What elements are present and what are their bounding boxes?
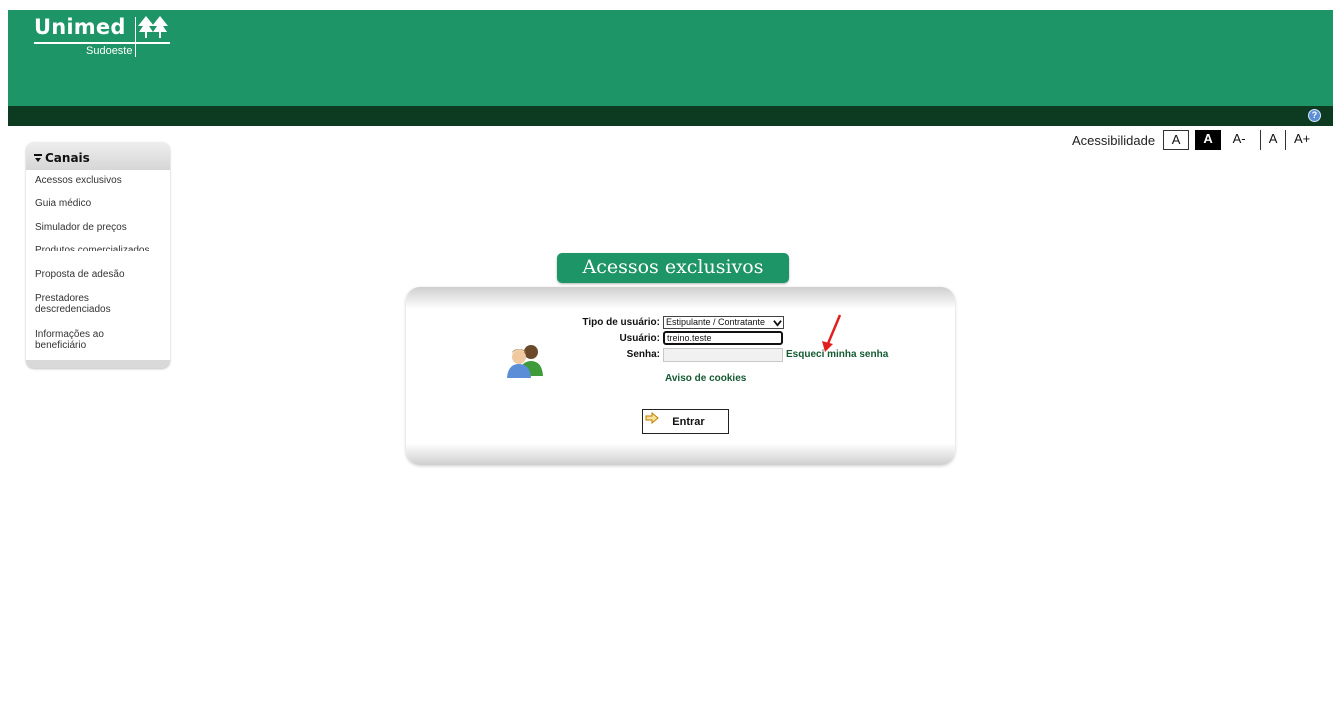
annotation-arrow-icon	[822, 314, 842, 352]
sidebar-item-prestadores[interactable]: Prestadores descredenciados	[35, 293, 125, 315]
sidebar-list: Acessos exclusivos Guia médico Simulador…	[26, 170, 170, 360]
accessibility-bar: Acessibilidade A A A- A A+	[1072, 129, 1313, 151]
username-input[interactable]: treino.teste	[663, 331, 783, 345]
contrast-high-button[interactable]: A	[1195, 130, 1222, 150]
logo-underline	[34, 42, 170, 44]
sidebar-title: Canais	[34, 151, 90, 165]
panel-top-band	[406, 287, 955, 309]
font-increase-button[interactable]: A+	[1291, 130, 1313, 150]
password-input[interactable]	[663, 348, 783, 362]
menu-collapse-icon	[34, 154, 42, 162]
sidebar-item-guia-medico[interactable]: Guia médico	[35, 198, 165, 209]
user-type-value: Estipulante / Contratante	[666, 317, 766, 327]
font-decrease-button[interactable]: A-	[1229, 130, 1249, 150]
help-icon[interactable]: ?	[1308, 109, 1321, 122]
username-label: Usuário:	[619, 333, 660, 344]
sidebar-title-label: Canais	[45, 151, 90, 165]
user-type-select[interactable]: Estipulante / Contratante	[663, 316, 784, 329]
username-value: treino.teste	[667, 333, 712, 343]
sidebar-header[interactable]: Canais	[26, 142, 170, 170]
sidebar-item-informacoes[interactable]: Informações ao beneficiário	[35, 329, 115, 351]
header-toolbar	[8, 106, 1333, 126]
font-normal-button[interactable]: A	[1266, 130, 1280, 150]
pine-trees-icon	[138, 16, 168, 38]
accessibility-separator	[1260, 130, 1262, 150]
sidebar-footer	[26, 360, 170, 368]
sidebar-item-acessos-exclusivos[interactable]: Acessos exclusivos	[35, 175, 165, 186]
enter-button[interactable]: Entrar	[642, 409, 729, 434]
sidebar-item-produtos[interactable]: Produtos comercializados	[35, 245, 165, 251]
cookies-notice-link[interactable]: Aviso de cookies	[665, 373, 746, 384]
user-type-label: Tipo de usuário:	[582, 317, 660, 328]
logo-name: Unimed	[34, 15, 126, 39]
enter-button-label: Entrar	[672, 416, 705, 428]
chevron-down-icon	[773, 320, 782, 327]
sidebar-channels: Canais Acessos exclusivos Guia médico Si…	[26, 142, 170, 368]
sidebar-item-simulador-precos[interactable]: Simulador de preços	[35, 222, 165, 233]
accessibility-separator	[1285, 130, 1287, 150]
password-label: Senha:	[626, 349, 660, 360]
contrast-normal-button[interactable]: A	[1163, 130, 1190, 150]
sidebar-item-proposta-adesao[interactable]: Proposta de adesão	[35, 269, 165, 280]
page: Unimed Sudoeste ? Acessibilidade A A A- …	[0, 0, 1333, 711]
panel-bottom-band	[406, 443, 955, 465]
users-icon	[507, 345, 543, 378]
header-banner	[8, 10, 1333, 106]
login-title: Acessos exclusivos	[557, 253, 789, 283]
accessibility-label: Acessibilidade	[1072, 132, 1156, 148]
logo-subtitle: Sudoeste	[86, 45, 133, 57]
logo-divider	[135, 17, 136, 57]
